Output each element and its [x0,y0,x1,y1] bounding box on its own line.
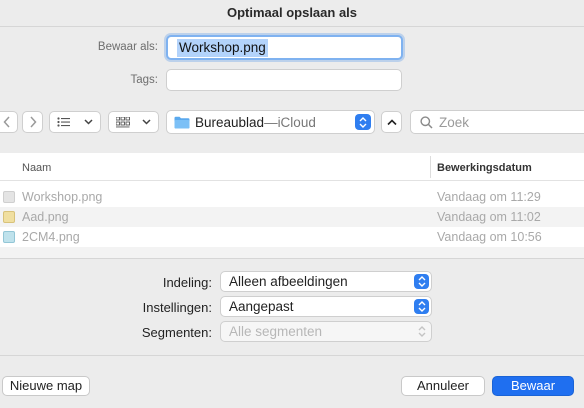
file-date: Vandaag om 11:02 [437,210,541,224]
chevron-left-icon [3,116,10,128]
save-as-input[interactable]: Workshop.png [166,35,403,60]
settings-label: Instellingen: [142,300,212,315]
list-icon [57,117,70,127]
segments-popup: Alle segmenten [220,321,432,342]
save-as-label: Bewaar als: [97,41,158,53]
list-view-button[interactable] [49,111,101,133]
format-popup[interactable]: Alleen afbeeldingen [220,271,432,292]
expand-collapse-button[interactable] [381,111,402,133]
save-button[interactable]: Bewaar [492,376,574,396]
list-item[interactable]: Aad.png Vandaag om 11:02 [0,207,584,227]
forward-button[interactable] [22,111,43,133]
location-service: iCloud [277,114,316,130]
new-folder-button[interactable]: Nieuwe map [2,376,90,396]
chevron-down-icon [142,119,151,125]
image-file-icon [3,231,15,243]
image-file-icon [3,211,15,223]
search-placeholder: Zoek [439,114,470,130]
settings-popup[interactable]: Aangepast [220,296,432,317]
tags-label: Tags: [130,74,159,86]
file-date: Vandaag om 11:29 [437,190,541,204]
format-label: Indeling: [162,275,212,290]
save-as-value: Workshop.png [177,39,268,57]
file-list[interactable]: Naam Bewerkingsdatum Workshop.png Vandaa… [0,153,584,258]
divider [0,355,584,356]
tags-input[interactable] [166,69,402,91]
column-divider[interactable] [430,156,431,178]
cancel-button[interactable]: Annuleer [401,376,485,396]
list-item[interactable]: Workshop.png Vandaag om 11:29 [0,187,584,207]
gallery-view-button[interactable] [108,111,159,133]
chevron-right-icon [29,116,37,128]
popup-stepper-icon [414,274,429,289]
divider [0,26,584,27]
dialog-title: Optimaal opslaan als [226,5,358,20]
grid-icon [116,116,130,127]
segments-label: Segmenten: [141,325,212,340]
image-file-icon [3,191,15,203]
file-name: Workshop.png [22,190,103,204]
file-name: 2CM4.png [22,230,80,244]
location-separator: — [264,114,278,130]
popup-stepper-icon [414,324,429,339]
file-name: Aad.png [22,210,69,224]
column-header-name[interactable]: Naam [22,162,51,174]
divider [0,258,584,259]
format-value: Alleen afbeeldingen [229,274,348,289]
folder-icon [174,116,190,128]
settings-value: Aangepast [229,299,294,314]
search-icon [420,115,433,129]
popup-stepper-icon [355,114,371,130]
column-header-date[interactable]: Bewerkingsdatum [437,162,532,174]
segments-value: Alle segmenten [229,324,323,339]
chevron-down-icon [84,119,93,125]
chevron-up-icon [386,118,397,125]
list-header: Naam Bewerkingsdatum [0,153,584,181]
location-name: Bureaublad [195,114,265,130]
search-field[interactable]: Zoek [410,110,584,134]
file-date: Vandaag om 10:56 [437,230,542,244]
list-item-partial [0,247,584,258]
popup-stepper-icon [414,299,429,314]
location-popup[interactable]: Bureaublad — iCloud [166,110,375,134]
list-item[interactable]: 2CM4.png Vandaag om 10:56 [0,227,584,247]
back-button[interactable] [0,111,18,133]
